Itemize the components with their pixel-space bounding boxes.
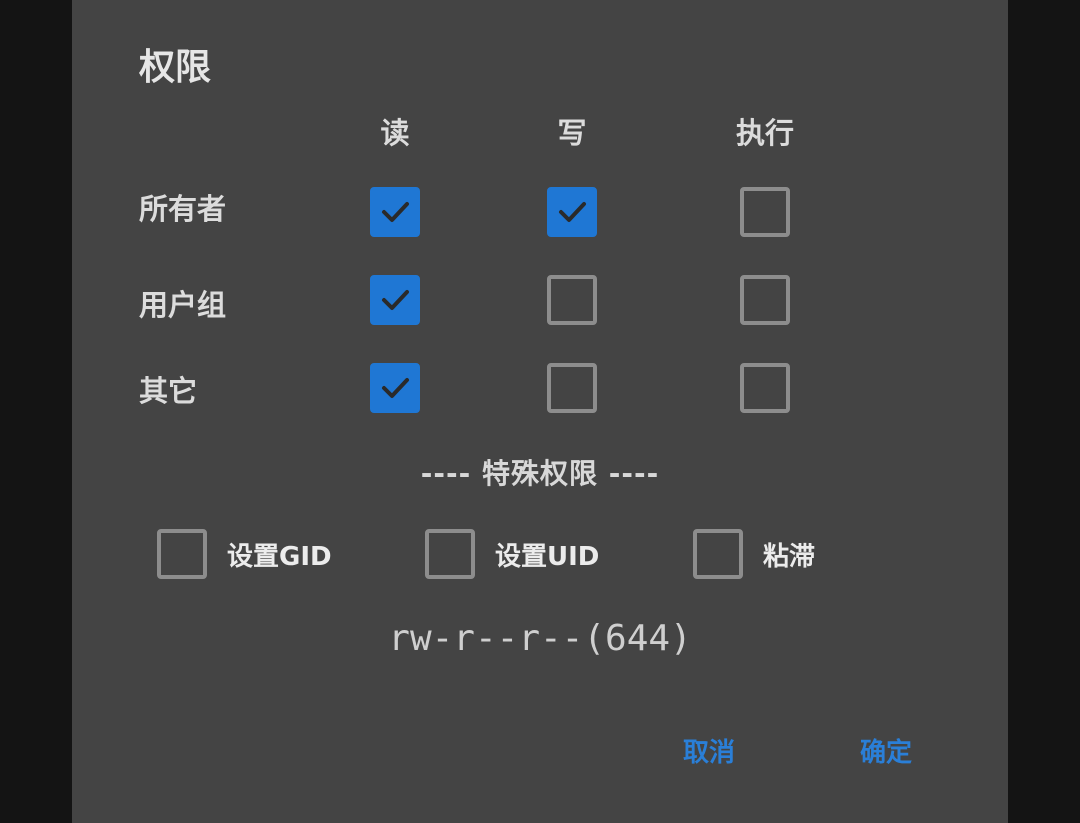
- column-header-execute: 执行: [735, 116, 794, 150]
- cancel-button[interactable]: 取消: [683, 732, 735, 769]
- column-header-write: 写: [557, 116, 587, 150]
- check-icon: [382, 202, 409, 222]
- row-label-owner: 所有者: [139, 192, 227, 226]
- permissions-dialog: 权限 读 写 执行 所有者 用户组 其它 ---- 特殊权限 ---- 设置GI…: [72, 0, 1008, 823]
- check-icon: [382, 378, 409, 398]
- permission-mode-string: rw-r--r--(644): [388, 618, 692, 659]
- owner-write-checkbox[interactable]: [547, 187, 597, 237]
- row-label-group: 用户组: [139, 288, 227, 322]
- sticky-label[interactable]: 粘滞: [763, 536, 815, 573]
- group-read-checkbox[interactable]: [370, 275, 420, 325]
- dialog-title: 权限: [139, 47, 212, 88]
- setuid-checkbox[interactable]: [425, 529, 475, 579]
- group-write-checkbox[interactable]: [547, 275, 597, 325]
- others-execute-checkbox[interactable]: [740, 363, 790, 413]
- column-header-read: 读: [380, 116, 410, 150]
- setgid-checkbox[interactable]: [157, 529, 207, 579]
- setuid-label[interactable]: 设置UID: [495, 536, 599, 573]
- special-permissions-header: ---- 特殊权限 ----: [420, 457, 660, 490]
- row-label-others: 其它: [139, 374, 198, 408]
- others-write-checkbox[interactable]: [547, 363, 597, 413]
- setgid-label[interactable]: 设置GID: [227, 536, 332, 573]
- owner-execute-checkbox[interactable]: [740, 187, 790, 237]
- others-read-checkbox[interactable]: [370, 363, 420, 413]
- check-icon: [382, 290, 409, 310]
- group-execute-checkbox[interactable]: [740, 275, 790, 325]
- sticky-checkbox[interactable]: [693, 529, 743, 579]
- owner-read-checkbox[interactable]: [370, 187, 420, 237]
- check-icon: [559, 202, 586, 222]
- ok-button[interactable]: 确定: [860, 732, 912, 769]
